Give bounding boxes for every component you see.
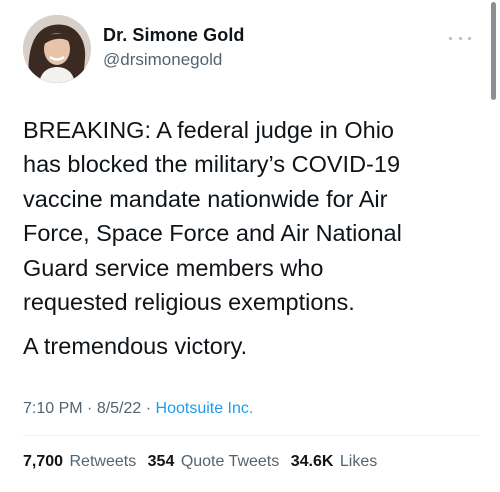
more-options-icon[interactable] [449, 33, 471, 43]
tweet-source-link[interactable]: Hootsuite Inc. [156, 400, 254, 417]
tweet-meta: 7:10 PM · 8/5/22 · Hootsuite Inc. [23, 399, 253, 419]
tweet-line: requested religious exemptions. [23, 289, 355, 316]
tweet-line: vaccine mandate nationwide for Air [23, 185, 388, 212]
quote-tweets-count: 354 [147, 453, 175, 470]
tweet-text: BREAKING: A federal judge in Ohio has bl… [23, 113, 483, 364]
avatar[interactable] [23, 15, 91, 83]
dot [449, 36, 452, 40]
tweet-line: BREAKING: A federal judge in Ohio [23, 117, 394, 143]
engagement-stats: 7,700 Retweets 354 Quote Tweets 34.6K Li… [23, 452, 384, 472]
retweets-stat[interactable]: 7,700 Retweets [23, 453, 136, 470]
meta-separator: · [82, 400, 97, 417]
likes-stat[interactable]: 34.6K Likes [291, 453, 378, 470]
quote-tweets-label: Quote Tweets [180, 453, 280, 470]
tweet-closing: A tremendous victory. [23, 333, 248, 360]
retweets-count: 7,700 [23, 453, 64, 470]
tweet-line: Guard service members who [23, 254, 324, 281]
tweet-line: Force, Space Force and Air National [23, 220, 402, 247]
dot [468, 36, 471, 40]
quote-tweets-stat[interactable]: 354 Quote Tweets [148, 453, 280, 470]
tweet-time[interactable]: 7:10 PM [23, 400, 83, 417]
likes-label: Likes [339, 453, 378, 470]
author-name[interactable]: Dr. Simone Gold [103, 24, 245, 46]
tweet-line: has blocked the military’s COVID-19 [23, 151, 401, 178]
retweets-label: Retweets [69, 453, 137, 470]
tweet-date[interactable]: 8/5/22 [97, 400, 141, 417]
author-handle[interactable]: @drsimonegold [103, 49, 222, 71]
scrollbar[interactable] [491, 2, 496, 100]
profile-photo [23, 15, 91, 83]
divider [23, 435, 480, 436]
dot [458, 36, 462, 40]
meta-separator: · [141, 400, 156, 417]
likes-count: 34.6K [290, 453, 334, 470]
